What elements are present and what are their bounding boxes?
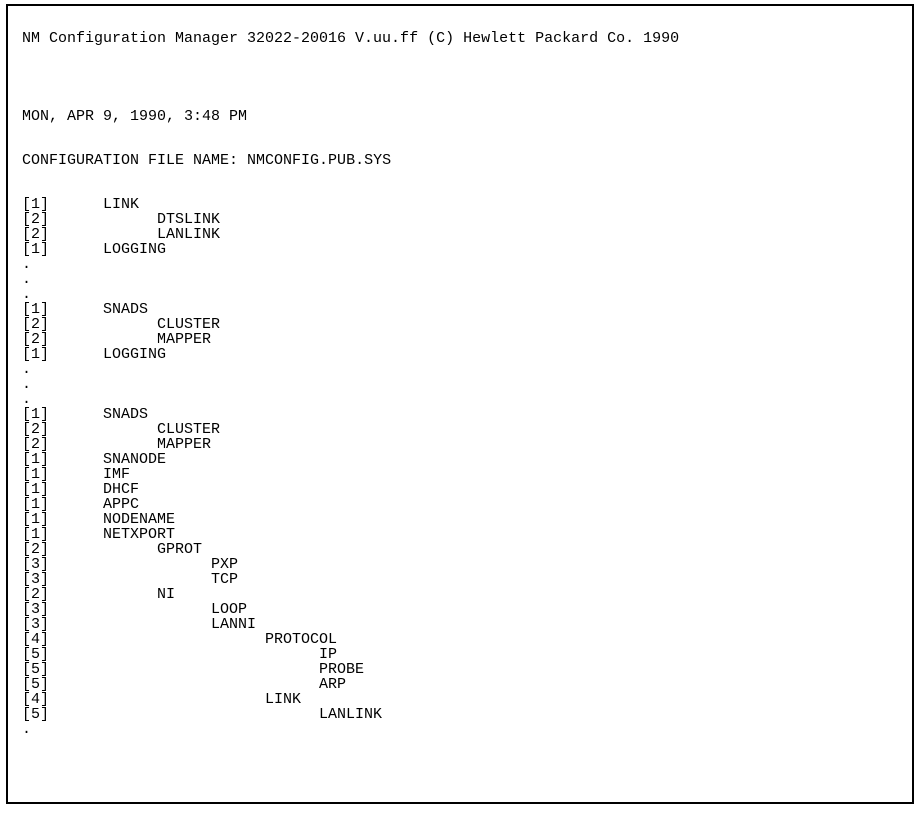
tree-row: [3] LOOP: [22, 602, 898, 617]
tree-row: [2] CLUSTER: [22, 422, 898, 437]
tree-row: [5] IP: [22, 647, 898, 662]
ellipsis-dot: .: [22, 722, 898, 737]
tree-row: [1] LOGGING: [22, 347, 898, 362]
ellipsis-dot: .: [22, 257, 898, 272]
terminal-frame: NM Configuration Manager 32022-20016 V.u…: [6, 4, 914, 804]
tree-row: [3] TCP: [22, 572, 898, 587]
ellipsis-dot: .: [22, 287, 898, 302]
ellipsis-dot: .: [22, 362, 898, 377]
ellipsis-dot: .: [22, 377, 898, 392]
tree-row: [5] PROBE: [22, 662, 898, 677]
datetime-line: MON, APR 9, 1990, 3:48 PM: [22, 109, 898, 124]
tree-row: [1] IMF: [22, 467, 898, 482]
config-file-line: CONFIGURATION FILE NAME: NMCONFIG.PUB.SY…: [22, 153, 898, 168]
tree-row: [5] ARP: [22, 677, 898, 692]
tree-row: [5] LANLINK: [22, 707, 898, 722]
tree-row: [4] LINK: [22, 692, 898, 707]
tree-row: [1] NETXPORT: [22, 527, 898, 542]
tree-row: [4] PROTOCOL: [22, 632, 898, 647]
tree-row: [2] MAPPER: [22, 437, 898, 452]
app-header: NM Configuration Manager 32022-20016 V.u…: [22, 31, 898, 46]
tree-row: [1] LOGGING: [22, 242, 898, 257]
config-file-name: NMCONFIG.PUB.SYS: [247, 152, 391, 169]
tree-output: [1] LINK[2] DTSLINK[2] LANLINK[1] LOGGIN…: [22, 197, 898, 737]
tree-row: [3] PXP: [22, 557, 898, 572]
tree-row: [2] DTSLINK: [22, 212, 898, 227]
tree-row: [1] SNANODE: [22, 452, 898, 467]
tree-row: [1] APPC: [22, 497, 898, 512]
tree-row: [1] DHCF: [22, 482, 898, 497]
config-file-label: CONFIGURATION FILE NAME:: [22, 152, 247, 169]
tree-row: [2] CLUSTER: [22, 317, 898, 332]
tree-row: [3] LANNI: [22, 617, 898, 632]
ellipsis-dot: .: [22, 272, 898, 287]
ellipsis-dot: .: [22, 392, 898, 407]
tree-row: [2] GPROT: [22, 542, 898, 557]
tree-row: [1] LINK: [22, 197, 898, 212]
tree-row: [1] SNADS: [22, 407, 898, 422]
tree-row: [1] NODENAME: [22, 512, 898, 527]
tree-row: [2] NI: [22, 587, 898, 602]
tree-row: [1] SNADS: [22, 302, 898, 317]
tree-row: [2] LANLINK: [22, 227, 898, 242]
tree-row: [2] MAPPER: [22, 332, 898, 347]
